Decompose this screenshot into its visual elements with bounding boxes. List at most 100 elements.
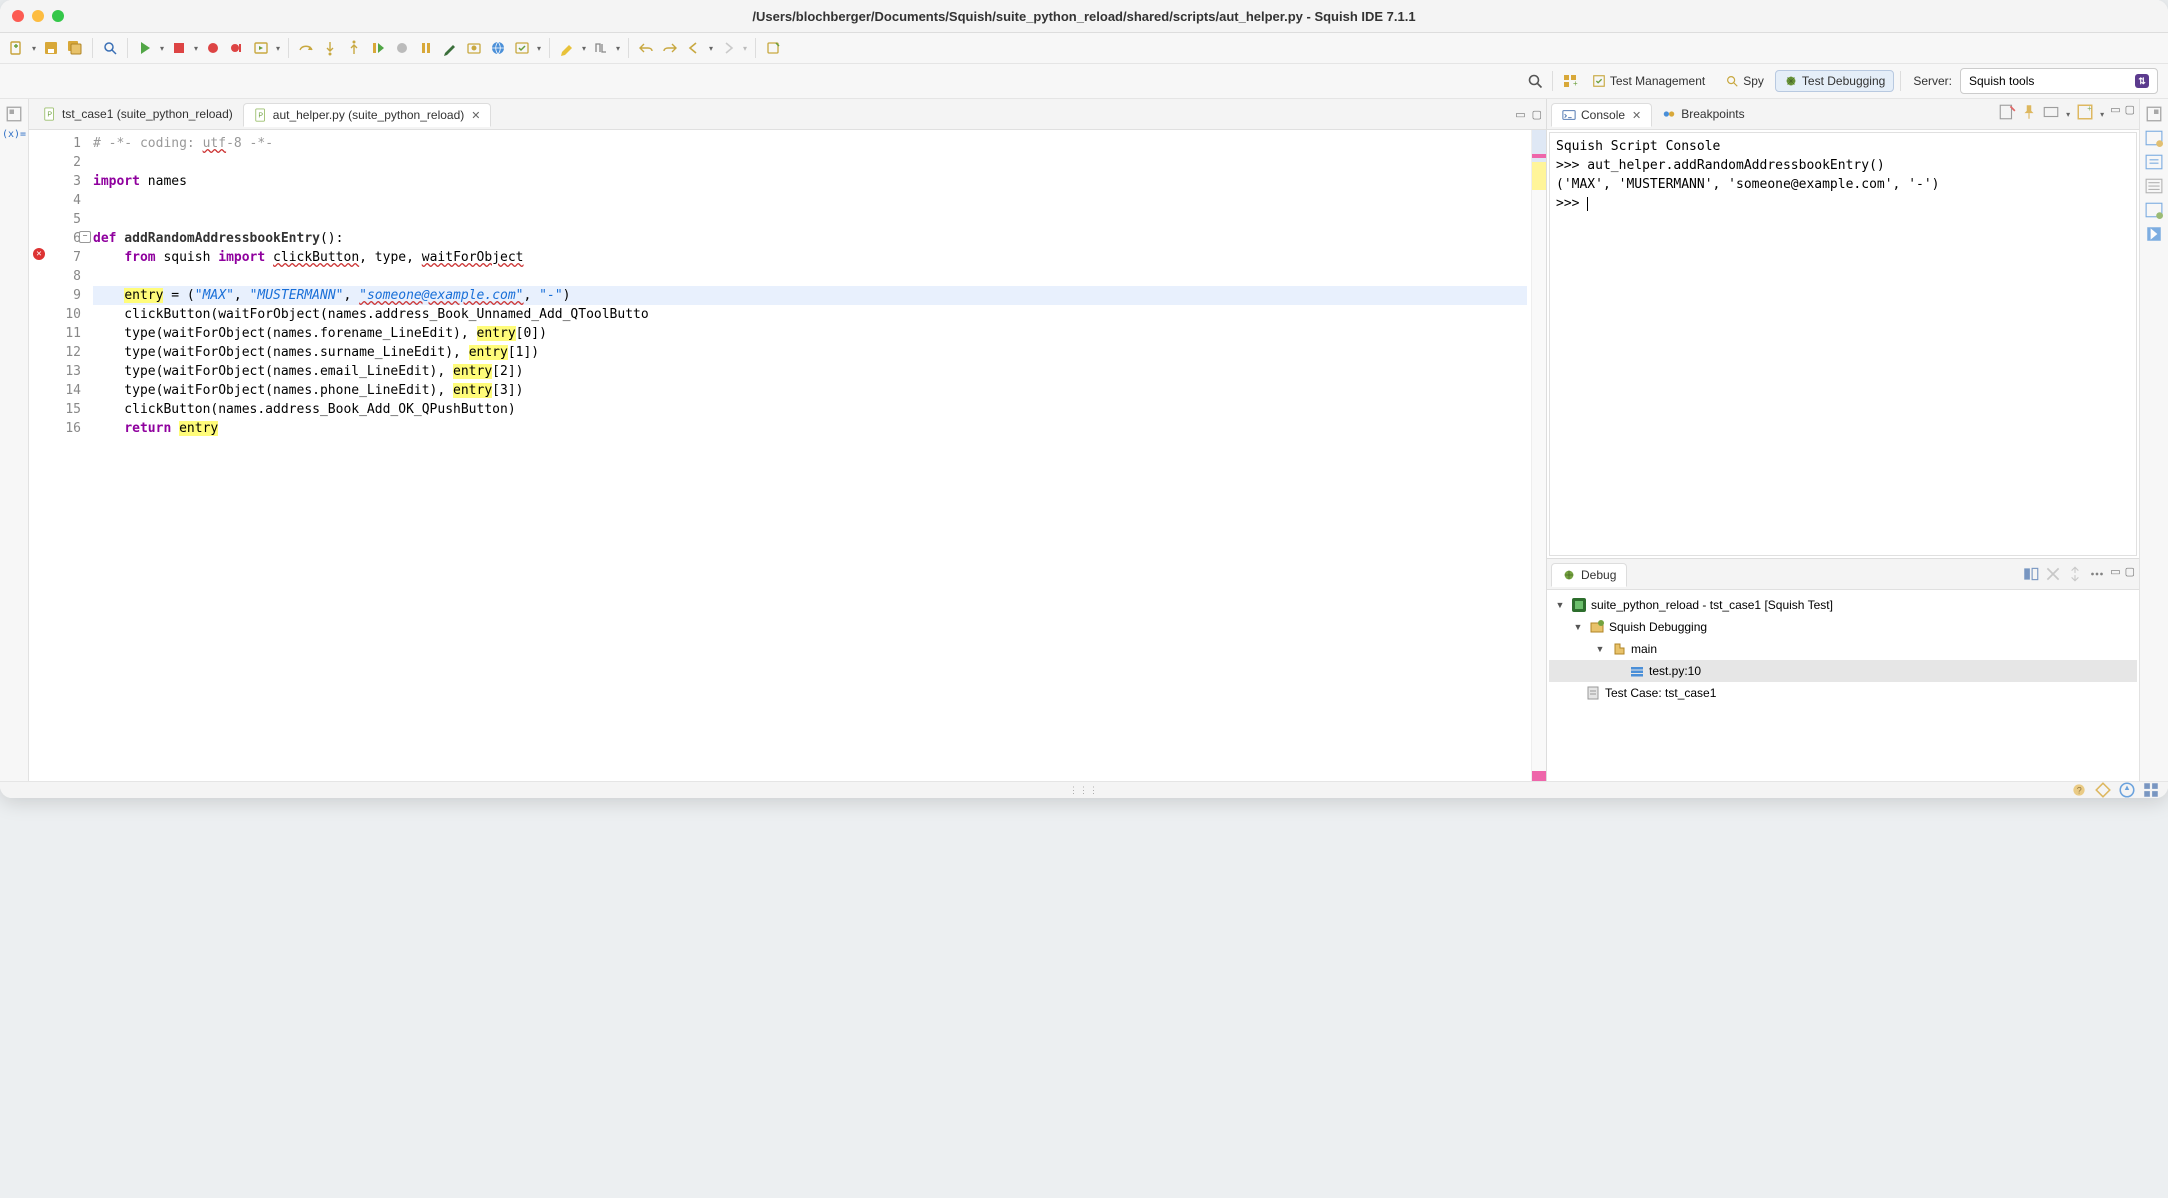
dropdown-icon[interactable]: ▾ — [741, 37, 749, 59]
dropdown-icon[interactable]: ▾ — [158, 37, 166, 59]
quick-access-search-icon[interactable] — [1524, 70, 1546, 92]
view-menu-icon[interactable] — [2088, 565, 2106, 583]
tab-label: Debug — [1581, 568, 1616, 582]
build-icon[interactable] — [2118, 781, 2136, 798]
layout-icon[interactable] — [2022, 565, 2040, 583]
search-icon[interactable] — [99, 37, 121, 59]
dropdown-icon[interactable]: ▾ — [2098, 103, 2106, 125]
maximize-view-icon[interactable]: ▢ — [2125, 565, 2135, 583]
minimize-view-icon[interactable]: ▭ — [2110, 565, 2120, 583]
clear-console-icon[interactable] — [1998, 103, 2016, 121]
editor-tabbar: P tst_case1 (suite_python_reload) P aut_… — [29, 99, 1546, 130]
open-console-icon[interactable]: + — [2076, 103, 2094, 121]
perspective-spy[interactable]: Spy — [1716, 70, 1773, 92]
dropdown-icon[interactable]: ▾ — [614, 37, 622, 59]
maximize-view-icon[interactable]: ▢ — [1532, 108, 1542, 121]
dropdown-icon[interactable]: ▾ — [274, 37, 282, 59]
record-icon[interactable] — [202, 37, 224, 59]
disclosure-triangle-icon[interactable]: ▼ — [1553, 600, 1567, 610]
verify-icon[interactable] — [511, 37, 533, 59]
restore-view-icon[interactable] — [2145, 105, 2163, 123]
breakpoints-tab[interactable]: Breakpoints — [1652, 103, 1754, 125]
skip-breakpoints-icon[interactable] — [391, 37, 413, 59]
dropdown-icon[interactable]: ▾ — [2064, 103, 2072, 125]
display-selected-icon[interactable] — [2042, 103, 2060, 121]
perspective-test-debugging[interactable]: Test Debugging — [1775, 70, 1894, 92]
dropdown-icon[interactable]: ▾ — [192, 37, 200, 59]
console-output[interactable]: Squish Script Console >>> aut_helper.add… — [1549, 132, 2137, 556]
dropdown-icon[interactable]: ▾ — [30, 37, 38, 59]
color-picker-icon[interactable] — [439, 37, 461, 59]
collapse-icon[interactable] — [2066, 565, 2084, 583]
variables-view-label[interactable]: (x)= — [2, 129, 26, 140]
object-snapshot-icon[interactable] — [2145, 201, 2163, 219]
pause-icon[interactable] — [415, 37, 437, 59]
perspective-label: Spy — [1743, 74, 1764, 88]
debug-tree-row[interactable]: ▼ main — [1549, 638, 2137, 660]
maximize-view-icon[interactable]: ▢ — [2125, 103, 2135, 125]
error-marker-icon[interactable]: ✕ — [33, 248, 45, 260]
update-icon[interactable] — [2094, 781, 2112, 798]
debug-tab[interactable]: Debug — [1551, 563, 1627, 587]
code-editor[interactable]: ✕ − 1 2 3 4 5 6 7 8 9 10 11 12 1 — [29, 130, 1546, 781]
open-perspective-icon[interactable]: + — [1559, 70, 1581, 92]
methods-view-icon[interactable] — [2145, 177, 2163, 195]
fold-toggle-icon[interactable]: − — [79, 231, 91, 243]
pin-editor-icon[interactable] — [762, 37, 784, 59]
remove-terminated-icon[interactable] — [2044, 565, 2062, 583]
outline-view-icon[interactable] — [2145, 129, 2163, 147]
new-file-icon[interactable] — [6, 37, 28, 59]
step-over-icon[interactable] — [295, 37, 317, 59]
debug-tree-row[interactable]: Test Case: tst_case1 — [1549, 682, 2137, 704]
console-prompt: >>> — [1556, 196, 1587, 211]
server-select[interactable]: Squish tools ⇅ — [1960, 68, 2158, 94]
console-tab[interactable]: Console ✕ — [1551, 103, 1652, 127]
step-return-icon[interactable] — [343, 37, 365, 59]
step-into-icon[interactable] — [319, 37, 341, 59]
debug-tree-row[interactable]: ▼ Squish Debugging — [1549, 616, 2137, 638]
debug-tree-row-selected[interactable]: test.py:10 — [1549, 660, 2137, 682]
debug-tree-row[interactable]: ▼ suite_python_reload - tst_case1 [Squis… — [1549, 594, 2137, 616]
save-all-icon[interactable] — [64, 37, 86, 59]
nav-undo-icon[interactable] — [635, 37, 657, 59]
launch-aut-icon[interactable] — [250, 37, 272, 59]
show-whitespace-icon[interactable] — [590, 37, 612, 59]
record-snippet-icon[interactable] — [226, 37, 248, 59]
minimize-view-icon[interactable]: ▭ — [1515, 108, 1525, 121]
properties-view-icon[interactable] — [2145, 153, 2163, 171]
pin-console-icon[interactable] — [2020, 103, 2038, 121]
dropdown-icon[interactable]: ▾ — [580, 37, 588, 59]
restore-view-icon[interactable] — [5, 105, 23, 123]
overview-ruler[interactable] — [1531, 130, 1546, 781]
tab-label: Console — [1581, 108, 1625, 122]
disclosure-triangle-icon[interactable]: ▼ — [1593, 644, 1607, 654]
disclosure-triangle-icon[interactable]: ▼ — [1571, 622, 1585, 632]
minimize-view-icon[interactable]: ▭ — [2110, 103, 2120, 125]
dropdown-icon[interactable]: ▾ — [535, 37, 543, 59]
close-tab-icon[interactable]: ✕ — [1632, 109, 1641, 122]
resume-icon[interactable] — [367, 37, 389, 59]
test-results-icon[interactable] — [2145, 225, 2163, 243]
code-area[interactable]: # -*- coding: utf-8 -*- import names def… — [89, 130, 1531, 781]
tip-icon[interactable]: ? — [2070, 781, 2088, 798]
stop-icon[interactable] — [168, 37, 190, 59]
dropdown-icon[interactable]: ▾ — [707, 37, 715, 59]
editor-tab[interactable]: P aut_helper.py (suite_python_reload) ✕ — [243, 103, 492, 127]
main-area: P tst_case1 (suite_python_reload) P aut_… — [29, 99, 2139, 781]
debug-tree[interactable]: ▼ suite_python_reload - tst_case1 [Squis… — [1547, 590, 2139, 781]
close-tab-icon[interactable]: ✕ — [471, 109, 480, 122]
highlighter-icon[interactable] — [556, 37, 578, 59]
run-icon[interactable] — [134, 37, 156, 59]
nav-redo-icon[interactable] — [659, 37, 681, 59]
globe-icon[interactable] — [487, 37, 509, 59]
tab-label: aut_helper.py (suite_python_reload) — [273, 108, 464, 122]
nav-back-icon[interactable] — [683, 37, 705, 59]
editor-tab[interactable]: P tst_case1 (suite_python_reload) — [33, 103, 243, 125]
nav-forward-icon[interactable] — [717, 37, 739, 59]
sash-grip-icon[interactable]: ⋮⋮⋮ — [1069, 785, 1099, 796]
screenshot-icon[interactable] — [463, 37, 485, 59]
overview-icon[interactable] — [2142, 781, 2160, 798]
save-icon[interactable] — [40, 37, 62, 59]
perspective-test-management[interactable]: Test Management — [1583, 70, 1714, 92]
line-number: 3 — [33, 172, 81, 191]
